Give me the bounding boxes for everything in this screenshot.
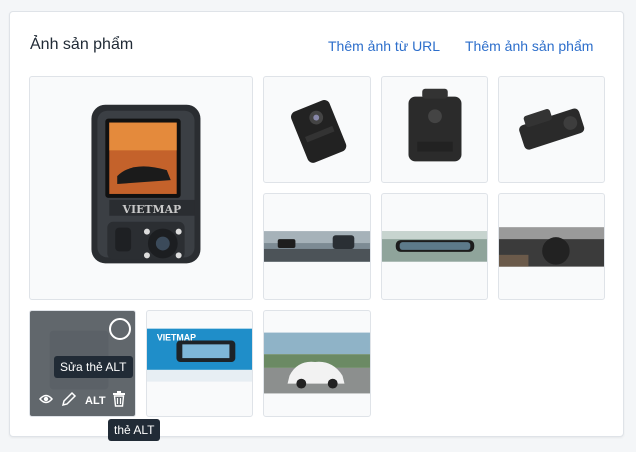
product-image-main[interactable]: VIETMAP <box>29 76 253 300</box>
product-image-thumb[interactable] <box>498 193 605 300</box>
product-image-thumb[interactable] <box>263 193 371 300</box>
brand-logo: VIETMAP <box>122 203 182 216</box>
alt-tooltip: thẻ ALT <box>108 419 161 441</box>
product-image-thumb[interactable] <box>381 193 488 300</box>
edit-pencil-icon[interactable] <box>61 391 77 410</box>
white-car-image <box>264 332 370 394</box>
product-image-thumb[interactable] <box>263 76 371 183</box>
product-image-thumb[interactable] <box>498 76 605 183</box>
product-image-thumb[interactable]: VIETMAP <box>146 310 253 417</box>
add-product-image-link[interactable]: Thêm ảnh sản phẩm <box>465 38 593 54</box>
select-image-checkbox[interactable] <box>109 318 131 340</box>
alt-tag-button[interactable]: ALT <box>85 395 106 407</box>
view-icon[interactable] <box>39 393 53 408</box>
product-image-thumb[interactable] <box>381 76 488 183</box>
add-image-from-url-link[interactable]: Thêm ảnh từ URL <box>328 38 440 54</box>
delete-trash-icon[interactable] <box>112 391 126 410</box>
section-title: Ảnh sản phẩm <box>30 36 134 53</box>
product-image-thumb[interactable] <box>263 310 371 417</box>
dashcam-back-image <box>408 88 462 162</box>
dashcam-mount-image <box>519 108 585 150</box>
banner-brand-text: VIETMAP <box>157 332 196 342</box>
road-recording-image <box>264 231 370 262</box>
rearview-mirror-image <box>382 231 487 262</box>
car-interior-image <box>499 227 604 267</box>
dashcam-side-image <box>291 100 347 163</box>
edit-alt-tooltip: Sửa thẻ ALT <box>54 356 133 378</box>
dashcam-front-image: VIETMAP <box>91 104 201 264</box>
promo-banner-image: VIETMAP <box>147 328 252 382</box>
